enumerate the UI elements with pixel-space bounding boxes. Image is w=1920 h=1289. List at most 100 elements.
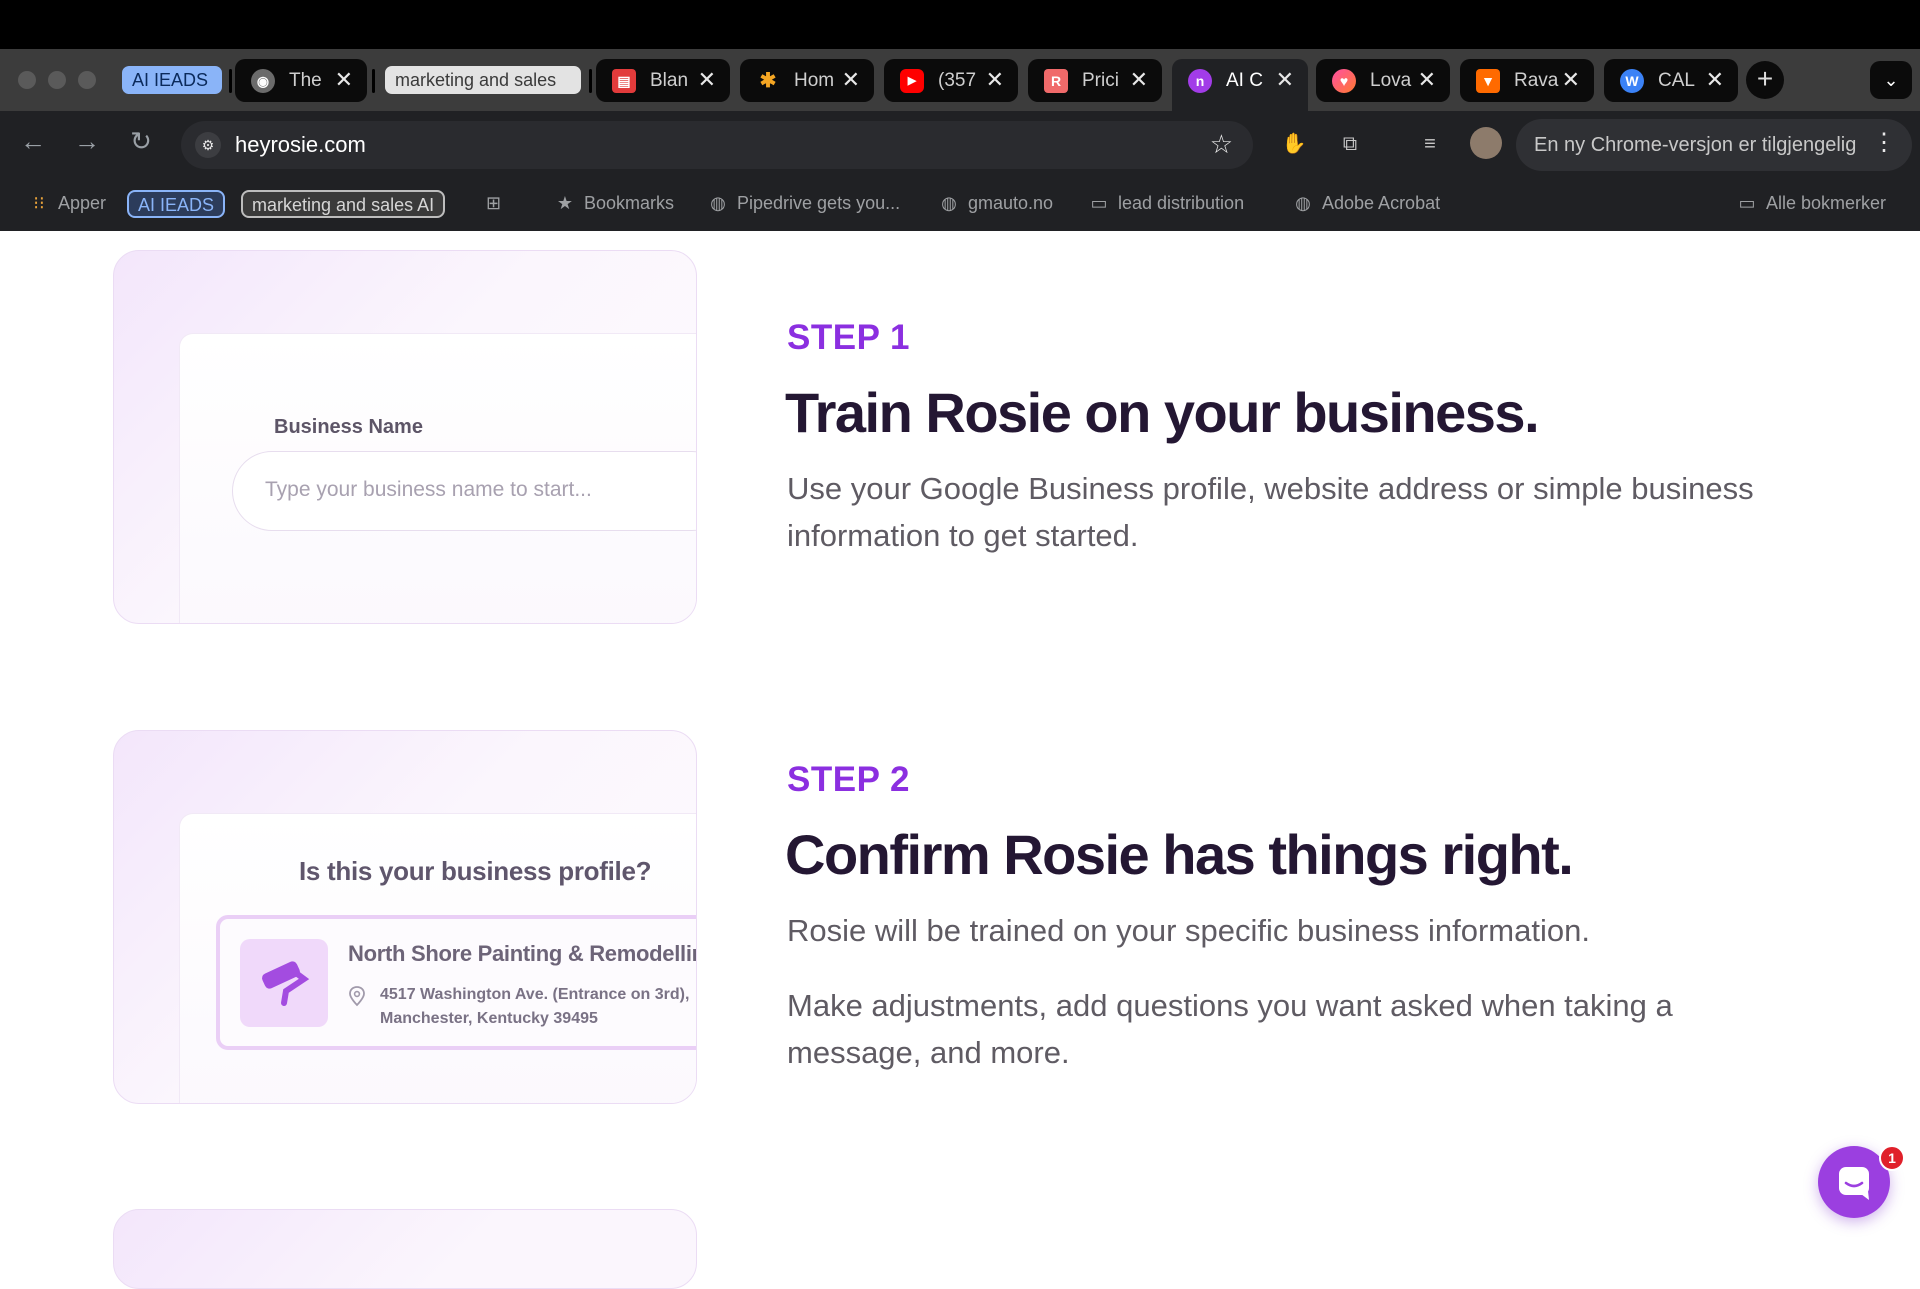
folder-icon: ▭ (1738, 193, 1756, 213)
step-1-tag: STEP 1 (787, 318, 910, 357)
forward-icon[interactable]: → (72, 126, 102, 156)
extensions-puzzle-icon[interactable]: ⧉ (1336, 130, 1364, 158)
address-line-2: Manchester, Kentucky 39495 (380, 1010, 598, 1027)
star-icon: ★ (556, 193, 574, 213)
tab-group-marketing[interactable]: marketing and sales (385, 66, 581, 94)
close-icon[interactable]: ✕ (986, 67, 1004, 93)
chat-notification-badge: 1 (1879, 1145, 1905, 1171)
tab-label: AI C (1226, 70, 1263, 91)
tab-cal[interactable]: W CAL ✕ (1604, 59, 1738, 102)
tab-label: The (289, 70, 322, 91)
asterisk-icon: ✱ (759, 70, 777, 92)
step-2-tag: STEP 2 (787, 760, 910, 799)
business-name-label: Business Name (274, 416, 423, 438)
tab-label: Rava (1514, 70, 1559, 91)
blank-doc-icon: ▤ (612, 69, 636, 93)
globe-icon: ◍ (1295, 193, 1311, 213)
business-profile-option[interactable]: North Shore Painting & Remodelling 4517 … (216, 915, 697, 1050)
tab-rava[interactable]: ▼ Rava ✕ (1460, 59, 1594, 102)
media-queue-icon[interactable]: ≡ (1416, 130, 1444, 158)
wordpress-icon: W (1620, 69, 1644, 93)
tab-lovable[interactable]: ♥ Lova ✕ (1316, 59, 1450, 102)
chrome-update-button[interactable]: En ny Chrome-versjon er tilgjengelig ⋮ (1516, 119, 1912, 171)
close-icon[interactable]: ✕ (1562, 67, 1580, 93)
update-notice-text: En ny Chrome-versjon er tilgjengelig (1534, 134, 1857, 156)
bookmark-item-adobe-acrobat[interactable]: ◍ Adobe Acrobat (1292, 189, 1440, 217)
screen-top-bar (0, 0, 1920, 49)
globe-icon: ◍ (710, 193, 726, 213)
profile-question: Is this your business profile? (299, 856, 652, 886)
location-pin-icon (346, 985, 368, 1007)
close-icon[interactable]: ✕ (842, 67, 860, 93)
apps-grid-icon: ⁝⁝ (33, 193, 45, 213)
tab-pricing[interactable]: R Prici ✕ (1028, 59, 1162, 102)
tab-label: Hom (794, 70, 835, 91)
window-close-light[interactable] (18, 71, 36, 89)
bookmark-item-bookmarks[interactable]: ★ Bookmarks (554, 189, 674, 217)
close-icon[interactable]: ✕ (1130, 67, 1148, 93)
step-2-description-1: Rosie will be trained on your specific b… (787, 913, 1590, 948)
tab-label: Lova (1370, 70, 1412, 91)
step-1-title: Train Rosie on your business. (785, 381, 1540, 444)
back-icon[interactable]: ← (18, 126, 48, 156)
tab-label: CAL (1658, 70, 1695, 91)
tab-ai-c-active[interactable]: n AI C ✕ (1172, 59, 1308, 111)
apps-label: Apper (58, 193, 107, 213)
apps-shortcut[interactable]: ⁝⁝ Apper (28, 189, 106, 217)
step-3-preview-card (113, 1209, 697, 1289)
fox-logo-icon: ▼ (1476, 69, 1500, 93)
close-icon[interactable]: ✕ (1276, 67, 1294, 93)
all-bookmarks-folder[interactable]: ▭ Alle bokmerker (1736, 189, 1886, 217)
rosie-logo-icon: n (1188, 69, 1212, 93)
tab-label: Prici (1082, 70, 1119, 91)
close-icon[interactable]: ✕ (698, 67, 716, 93)
step-1-preview-card: Business Name Type your business name to… (113, 250, 697, 624)
bookmark-label: Pipedrive gets you... (737, 193, 901, 213)
close-icon[interactable]: ✕ (1706, 67, 1724, 93)
bookmark-label: Alle bokmerker (1766, 193, 1887, 213)
bookmark-label: lead distribution (1118, 193, 1245, 213)
adblock-extension-icon[interactable]: ✋ (1280, 130, 1308, 158)
bookmark-item-gmauto[interactable]: ◍ gmauto.no (938, 189, 1053, 217)
bookmark-item-lead-distribution[interactable]: ▭ lead distribution (1088, 189, 1244, 217)
profile-avatar[interactable] (1470, 127, 1502, 159)
site-settings-icon[interactable]: ⚙ (195, 132, 221, 158)
tab-the[interactable]: ◉ The ✕ (235, 59, 367, 102)
new-tab-button[interactable]: + (1746, 61, 1784, 99)
close-icon[interactable]: ✕ (1418, 67, 1436, 93)
business-name-input[interactable]: Type your business name to start... (232, 451, 696, 531)
bookmark-label: Bookmarks (584, 193, 675, 213)
globe-photo-icon: ◉ (251, 69, 275, 93)
step-2-description-2: Make adjustments, add questions you want… (787, 988, 1673, 1070)
reload-icon[interactable]: ↻ (126, 126, 156, 156)
close-icon[interactable]: ✕ (335, 67, 353, 93)
bookmark-item-pipedrive[interactable]: ◍ Pipedrive gets you... (707, 189, 900, 217)
tab-home[interactable]: ✱ Hom ✕ (740, 59, 874, 102)
folder-icon: ▭ (1090, 193, 1108, 213)
window-zoom-light[interactable] (78, 71, 96, 89)
heart-gradient-icon: ♥ (1332, 69, 1356, 93)
tab-youtube[interactable]: ▶ (357 ✕ (884, 59, 1018, 102)
tab-blank[interactable]: ▤ Blan ✕ (596, 59, 730, 102)
bookmark-group-marketing[interactable]: marketing and sales AI (241, 190, 446, 218)
bookmark-group-ai-ieads[interactable]: AI IEADS (127, 190, 226, 218)
more-menu-icon[interactable]: ⋮ (1872, 128, 1896, 158)
url-text[interactable]: heyrosie.com (235, 131, 366, 159)
globe-icon: ◍ (941, 193, 957, 213)
tab-separator (229, 69, 232, 93)
tab-label: Blan (650, 70, 689, 91)
tab-groups-grid-icon[interactable]: ⊞ (486, 189, 501, 217)
window-minimize-light[interactable] (48, 71, 66, 89)
bookmark-label: Adobe Acrobat (1322, 193, 1441, 213)
address-bar[interactable]: ⚙ heyrosie.com ☆ (181, 121, 1253, 169)
business-name-placeholder: Type your business name to start... (265, 478, 592, 501)
step-1-description: Use your Google Business profile, websit… (787, 471, 1754, 553)
r-logo-icon: R (1044, 69, 1068, 93)
step-2-title: Confirm Rosie has things right. (785, 823, 1574, 886)
business-profile-name: North Shore Painting & Remodelling (348, 941, 697, 966)
tab-search-button[interactable]: ⌄ (1870, 61, 1912, 99)
business-profile-address: 4517 Washington Ave. (Entrance on 3rd), … (380, 983, 696, 1031)
tab-group-ai-ieads[interactable]: AI IEADS (122, 66, 222, 94)
tab-separator (589, 69, 592, 93)
bookmark-star-icon[interactable]: ☆ (1210, 129, 1233, 159)
